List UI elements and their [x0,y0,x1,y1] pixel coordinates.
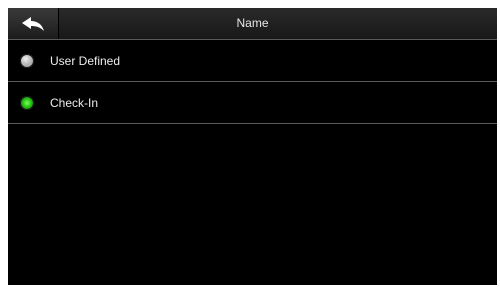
device-screen: Name User Defined Check-In [8,8,497,285]
radio-selected-icon[interactable] [20,95,34,110]
title-bar: Name [8,8,497,39]
radio-unselected-icon[interactable] [20,53,34,68]
option-check-in[interactable]: Check-In [8,81,497,124]
back-button[interactable] [8,8,59,39]
option-user-defined[interactable]: User Defined [8,39,497,81]
page-title: Name [236,16,269,30]
option-list: User Defined Check-In [8,39,497,124]
option-label: Check-In [50,95,99,110]
back-arrow-icon [21,16,45,32]
option-label: User Defined [50,53,121,68]
